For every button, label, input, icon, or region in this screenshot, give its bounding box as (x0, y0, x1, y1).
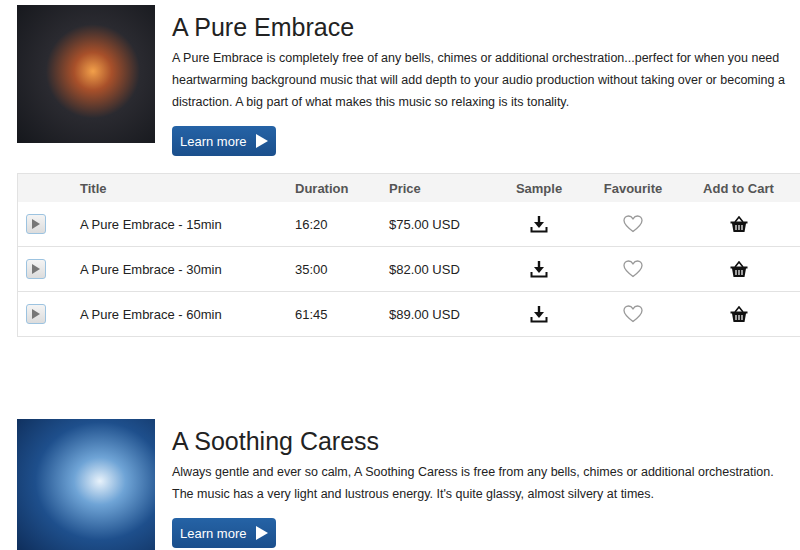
learn-more-button[interactable]: Learn more (172, 126, 276, 156)
album-description: A Pure Embrace is completely free of any… (172, 47, 795, 113)
play-button[interactable] (26, 214, 46, 234)
page: A Pure Embrace A Pure Embrace is complete… (0, 0, 800, 550)
heart-icon[interactable] (623, 215, 643, 233)
basket-icon[interactable] (730, 261, 748, 278)
track-duration: 16:20 (295, 217, 389, 232)
album-header: A Pure Embrace A Pure Embrace is complete… (17, 5, 800, 156)
album-info: A Pure Embrace A Pure Embrace is complete… (172, 5, 795, 156)
album-cover[interactable] (17, 419, 155, 550)
cart-cell (677, 306, 800, 323)
table-row: A Pure Embrace - 60min61:45$89.00 USD (18, 292, 800, 337)
table-row: A Pure Embrace - 15min16:20$75.00 USD (18, 202, 800, 247)
play-arrow-icon (256, 526, 268, 540)
track-duration: 61:45 (295, 307, 389, 322)
track-duration: 35:00 (295, 262, 389, 277)
play-icon (32, 264, 40, 274)
sample-cell (489, 215, 589, 233)
download-icon[interactable] (530, 305, 548, 323)
track-title: A Pure Embrace - 30min (80, 262, 295, 277)
track-price: $89.00 USD (389, 307, 489, 322)
heart-icon[interactable] (623, 305, 643, 323)
heart-icon[interactable] (623, 260, 643, 278)
table-header: TitleDurationPriceSampleFavouriteAdd to … (18, 173, 800, 202)
track-table: TitleDurationPriceSampleFavouriteAdd to … (17, 173, 800, 337)
header-cell: Favourite (589, 181, 677, 196)
favourite-cell (589, 305, 677, 323)
play-arrow-icon (256, 134, 268, 148)
favourite-cell (589, 215, 677, 233)
play-button[interactable] (26, 259, 46, 279)
track-title: A Pure Embrace - 15min (80, 217, 295, 232)
table-row: A Pure Embrace - 30min35:00$82.00 USD (18, 247, 800, 292)
play-icon (32, 309, 40, 319)
header-cell: Add to Cart (677, 181, 800, 196)
header-cell: Price (389, 181, 489, 196)
album-description: Always gentle and ever so calm, A Soothi… (172, 461, 795, 505)
album-info: A Soothing Caress Always gentle and ever … (172, 419, 795, 550)
play-cell (18, 304, 80, 324)
sample-cell (489, 260, 589, 278)
album-cover[interactable] (17, 5, 155, 143)
album: A Soothing Caress Always gentle and ever … (17, 419, 800, 550)
play-cell (18, 214, 80, 234)
play-cell (18, 259, 80, 279)
cart-cell (677, 261, 800, 278)
track-title: A Pure Embrace - 60min (80, 307, 295, 322)
track-price: $82.00 USD (389, 262, 489, 277)
play-icon (32, 219, 40, 229)
album-title: A Pure Embrace (172, 11, 795, 43)
learn-more-label: Learn more (180, 134, 246, 149)
header-cell: Title (80, 181, 295, 196)
download-icon[interactable] (530, 260, 548, 278)
learn-more-label: Learn more (180, 526, 246, 541)
album-header: A Soothing Caress Always gentle and ever … (17, 419, 800, 550)
basket-icon[interactable] (730, 216, 748, 233)
track-price: $75.00 USD (389, 217, 489, 232)
learn-more-button[interactable]: Learn more (172, 518, 276, 548)
cart-cell (677, 216, 800, 233)
sample-cell (489, 305, 589, 323)
play-button[interactable] (26, 304, 46, 324)
download-icon[interactable] (530, 215, 548, 233)
header-cell: Sample (489, 181, 589, 196)
basket-icon[interactable] (730, 306, 748, 323)
header-cell: Duration (295, 181, 389, 196)
album-title: A Soothing Caress (172, 425, 795, 457)
favourite-cell (589, 260, 677, 278)
album: A Pure Embrace A Pure Embrace is complete… (17, 5, 800, 337)
